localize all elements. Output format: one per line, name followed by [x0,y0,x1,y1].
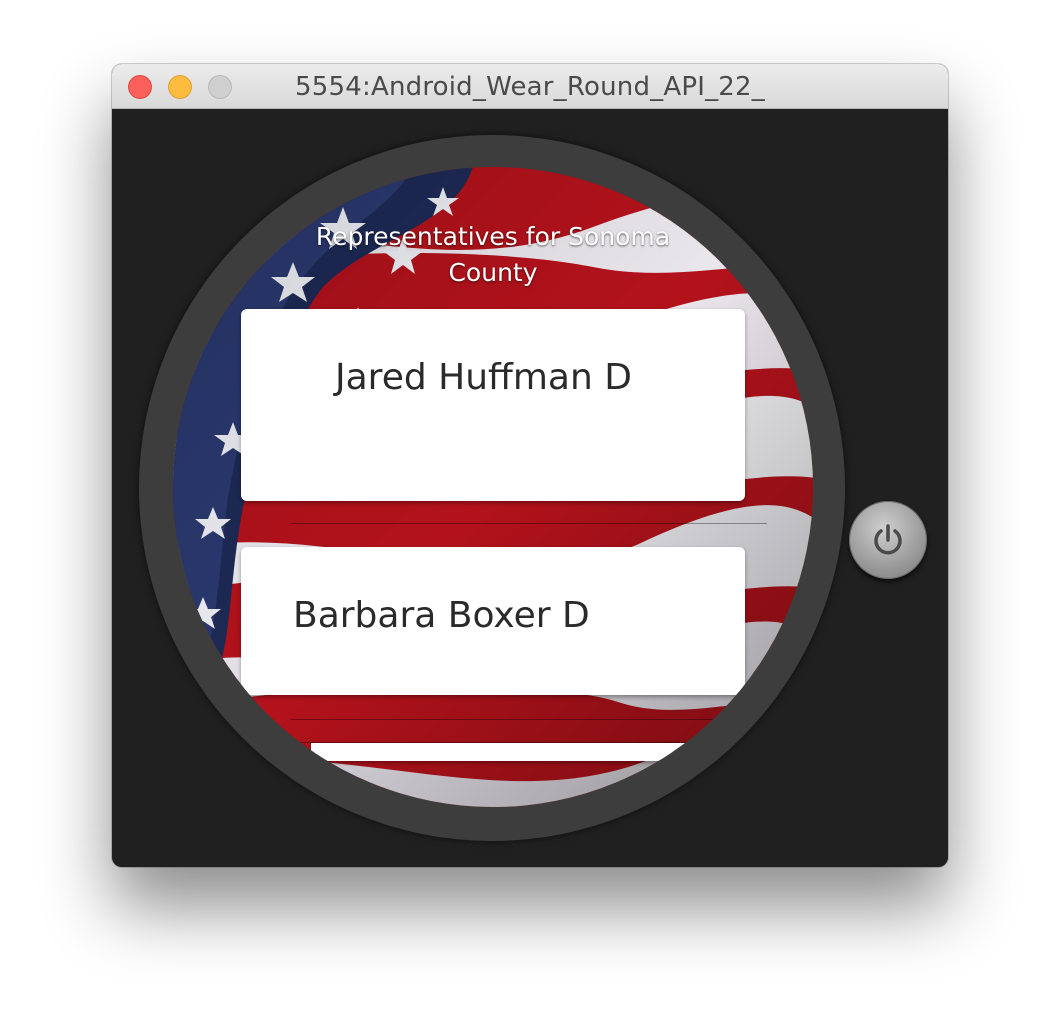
screen-title: Representatives for Sonoma County [315,222,671,287]
representative-card-2[interactable]: Barbara Boxer D [241,547,745,695]
emulator-window: 5554:Android_Wear_Round_API_22_ Represen… [112,64,948,867]
representative-card-1[interactable]: Jared Huffman D [241,309,745,501]
emulator-content: Representatives for Sonoma County Jared … [112,109,948,867]
representative-name: Jared Huffman D [335,357,632,398]
representative-card-3[interactable] [311,743,697,761]
power-button[interactable] [849,501,927,579]
list-divider [291,523,767,524]
window-title: 5554:Android_Wear_Round_API_22_ [295,72,765,102]
watch-screen[interactable]: Representatives for Sonoma County Jared … [173,167,813,807]
power-icon [874,524,902,555]
title-bar[interactable]: 5554:Android_Wear_Round_API_22_ [112,64,948,109]
representative-name: Barbara Boxer D [293,595,590,636]
list-divider [291,719,767,720]
